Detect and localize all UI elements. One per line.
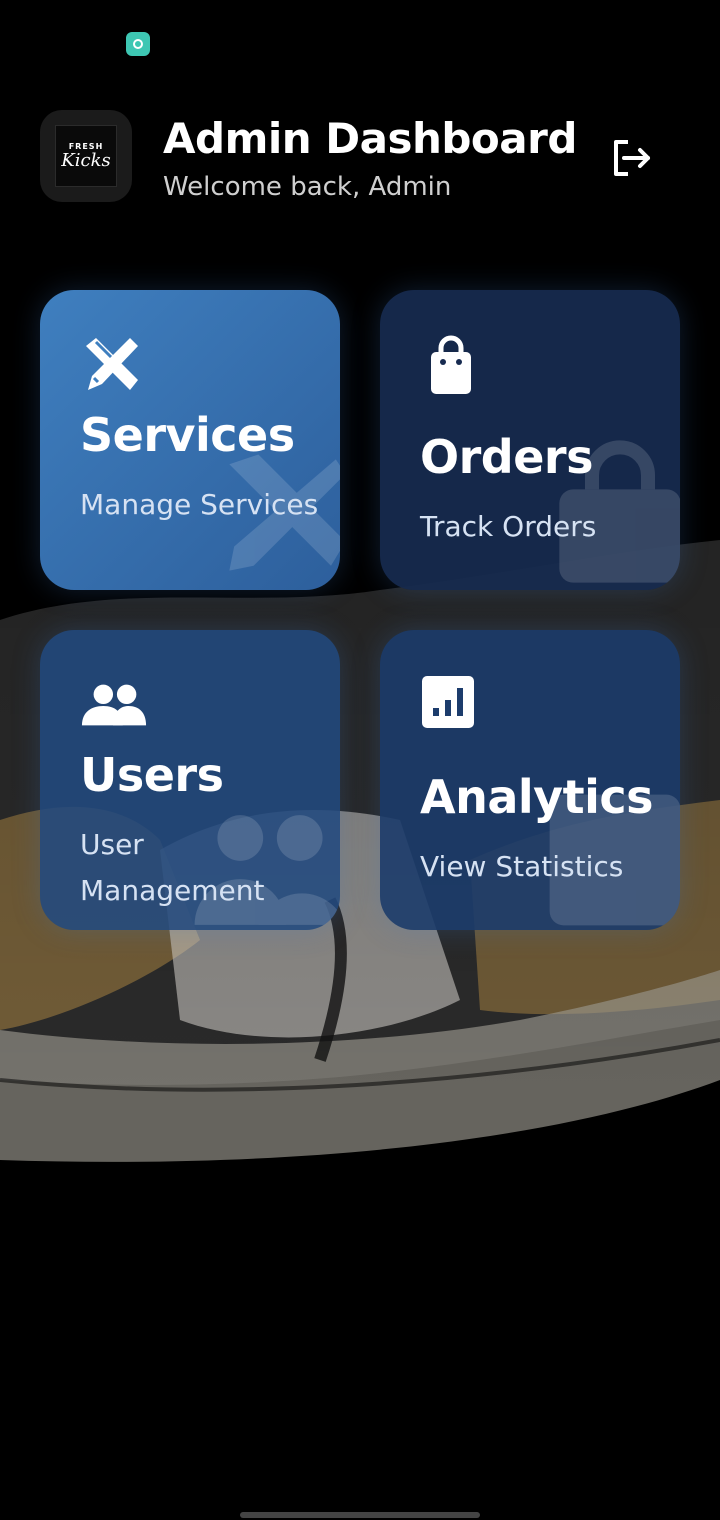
analytics-title: Analytics [420,770,654,824]
analytics-subtitle: View Statistics [420,850,624,883]
orders-subtitle: Track Orders [420,510,597,543]
logout-icon[interactable] [610,138,652,178]
home-indicator[interactable] [240,1512,480,1518]
page-title: Admin Dashboard [163,114,577,163]
shopping-bag-icon [431,335,471,394]
users-icon [81,684,147,726]
users-card[interactable]: Users User Management [40,630,340,930]
services-card[interactable]: Services Manage Services [40,290,340,590]
orders-card[interactable]: Orders Track Orders [380,290,680,590]
header: FRESH Kicks Admin Dashboard Welcome back… [40,110,680,210]
bar-chart-icon [422,676,474,728]
welcome-text: Welcome back, Admin [163,172,452,202]
users-subtitle: User Management [80,828,265,907]
orders-title: Orders [420,430,593,484]
app-logo: FRESH Kicks [40,110,132,202]
users-title: Users [80,748,224,802]
tools-icon [86,338,138,390]
analytics-card[interactable]: Analytics View Statistics [380,630,680,930]
status-notification-icon [126,32,150,56]
services-title: Services [80,408,295,462]
services-subtitle: Manage Services [80,488,319,521]
logo-main-text: Kicks [61,149,111,171]
